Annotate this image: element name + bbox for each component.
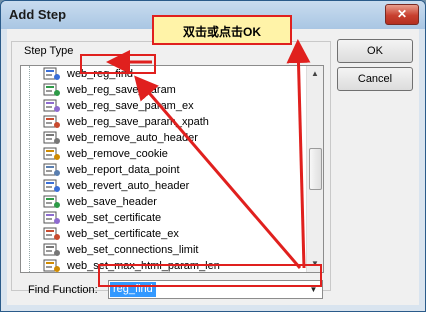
annotation-highlight-list-item (80, 54, 156, 74)
reg-find-icon (43, 67, 61, 81)
list-item-label: web_revert_auto_header (67, 180, 190, 192)
list-item-label: web_set_certificate_ex (67, 228, 179, 240)
tree-line (29, 66, 30, 272)
ok-button[interactable]: OK (337, 39, 413, 63)
report-icon (43, 163, 61, 177)
list-item[interactable]: web_set_certificate (43, 210, 301, 226)
list-item[interactable]: web_reg_save_param_xpath (43, 114, 301, 130)
list-item-label: web_save_header (67, 196, 157, 208)
certificate-ex-icon (43, 227, 61, 241)
list-item[interactable]: web_reg_save_param (43, 82, 301, 98)
head-icon (43, 179, 61, 193)
list-item-label: web_reg_save_param_xpath (67, 116, 209, 128)
find-function-label: Find Function: (28, 284, 98, 296)
cookie-icon (43, 147, 61, 161)
window-title: Add Step (9, 7, 67, 22)
scroll-thumb[interactable] (309, 148, 322, 190)
list-item-label: web_remove_cookie (67, 148, 168, 160)
group-label: Step Type (22, 45, 76, 57)
list-item-label: web_set_certificate (67, 212, 162, 224)
close-button[interactable]: ✕ (385, 4, 419, 25)
save-param-icon (43, 83, 61, 97)
list-item[interactable]: web_reg_save_param_ex (43, 98, 301, 114)
step-type-group: Step Type web_reg_find web_reg_save_param… (11, 41, 331, 299)
step-list[interactable]: web_reg_find web_reg_save_param web_reg_sa… (20, 65, 324, 273)
list-item-label: web_reg_save_param (67, 84, 176, 96)
list-item[interactable]: web_remove_cookie (43, 146, 301, 162)
list-item-label: web_reg_save_param_ex (67, 100, 194, 112)
list-item[interactable]: web_save_header (43, 194, 301, 210)
cancel-button[interactable]: Cancel (337, 67, 413, 91)
annotation-highlight-find-field (98, 264, 322, 287)
certificate-icon (43, 211, 61, 225)
list-item-label: web_set_connections_limit (67, 244, 199, 256)
list-item[interactable]: web_set_connections_limit (43, 242, 301, 258)
list-item[interactable]: web_report_data_point (43, 162, 301, 178)
vertical-scrollbar[interactable]: ▲ ▼ (306, 66, 323, 272)
param-len-icon (43, 259, 61, 272)
save-param-xpath-icon (43, 115, 61, 129)
list-item[interactable]: web_remove_auto_header (43, 130, 301, 146)
list-item[interactable]: web_revert_auto_header (43, 178, 301, 194)
list-item-label: web_report_data_point (67, 164, 180, 176)
connections-icon (43, 243, 61, 257)
head-icon (43, 195, 61, 209)
save-param-ex-icon (43, 99, 61, 113)
head-icon (43, 131, 61, 145)
list-item-label: web_remove_auto_header (67, 132, 198, 144)
list-item[interactable]: web_set_certificate_ex (43, 226, 301, 242)
annotation-callout: 双击或点击OK (152, 15, 292, 45)
scroll-up-button[interactable]: ▲ (308, 67, 322, 81)
